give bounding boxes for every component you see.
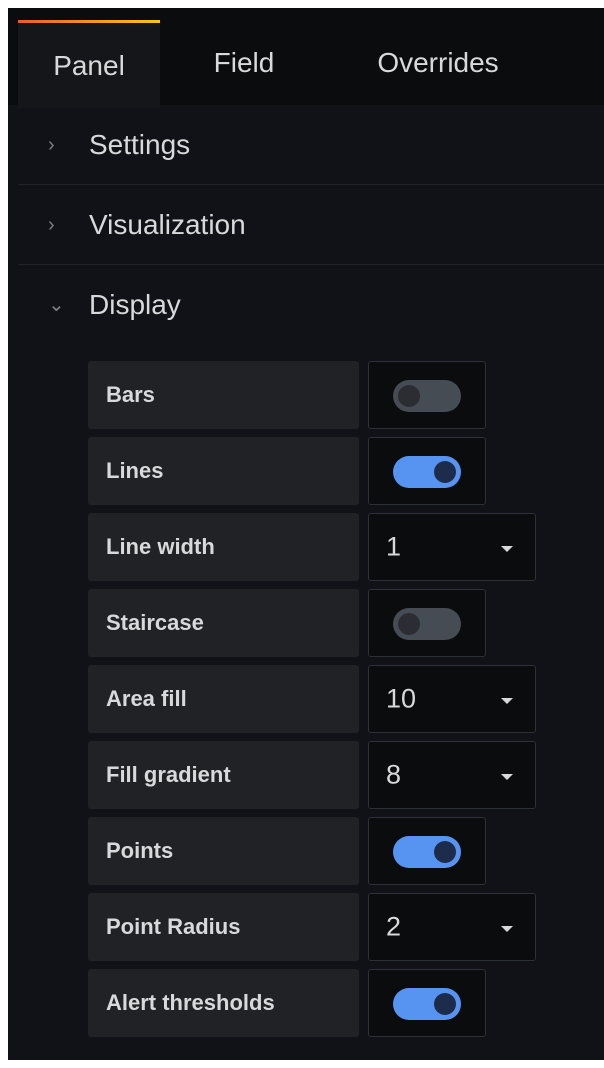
- select-value: 8: [386, 759, 402, 790]
- section-title: Display: [89, 288, 181, 320]
- select-value: 1: [386, 531, 402, 562]
- area-fill-select[interactable]: 10: [368, 665, 536, 733]
- option-label: Staircase: [88, 589, 359, 657]
- toggle-switch: [393, 836, 461, 868]
- section-title: Visualization: [89, 208, 246, 240]
- toggle-switch: [393, 988, 461, 1020]
- line-width-select[interactable]: 1: [368, 513, 536, 581]
- option-label: Fill gradient: [88, 741, 359, 809]
- tab-overrides[interactable]: Overrides: [328, 20, 548, 105]
- chevron-right-icon: ›: [48, 213, 55, 236]
- toggle-knob: [434, 993, 456, 1015]
- tab-field[interactable]: Field: [160, 20, 328, 105]
- lines-toggle[interactable]: [368, 437, 486, 505]
- tab-bar: Panel Field Overrides: [8, 8, 604, 108]
- toggle-switch: [393, 380, 461, 412]
- toggle-knob: [398, 385, 420, 407]
- option-label: Lines: [88, 437, 359, 505]
- chevron-down-icon: ⌄: [48, 293, 65, 316]
- toggle-knob: [434, 461, 456, 483]
- option-label: Area fill: [88, 665, 359, 733]
- caret-down-icon: [501, 926, 513, 932]
- section-settings-header[interactable]: › Settings: [18, 105, 604, 185]
- toggle-switch: [393, 608, 461, 640]
- option-label: Points: [88, 817, 359, 885]
- caret-down-icon: [501, 546, 513, 552]
- option-label: Bars: [88, 361, 359, 429]
- caret-down-icon: [501, 698, 513, 704]
- bars-toggle[interactable]: [368, 361, 486, 429]
- section-visualization-header[interactable]: › Visualization: [18, 185, 604, 265]
- staircase-toggle[interactable]: [368, 589, 486, 657]
- panel-editor: Panel Field Overrides › Settings › Visua…: [0, 0, 604, 1068]
- tab-panel[interactable]: Panel: [18, 20, 160, 108]
- fill-gradient-select[interactable]: 8: [368, 741, 536, 809]
- alert-thresholds-toggle[interactable]: [368, 969, 486, 1037]
- chevron-right-icon: ›: [48, 133, 55, 156]
- toggle-knob: [434, 841, 456, 863]
- select-value: 2: [386, 911, 402, 942]
- points-toggle[interactable]: [368, 817, 486, 885]
- point-radius-select[interactable]: 2: [368, 893, 536, 961]
- options-pane: Panel Field Overrides › Settings › Visua…: [8, 8, 604, 1060]
- section-display-header[interactable]: ⌄ Display: [18, 265, 604, 344]
- select-value: 10: [386, 683, 417, 714]
- option-label: Point Radius: [88, 893, 359, 961]
- option-label: Line width: [88, 513, 359, 581]
- toggle-knob: [398, 613, 420, 635]
- section-title: Settings: [89, 128, 191, 160]
- option-label: Alert thresholds: [88, 969, 359, 1037]
- toggle-switch: [393, 456, 461, 488]
- caret-down-icon: [501, 774, 513, 780]
